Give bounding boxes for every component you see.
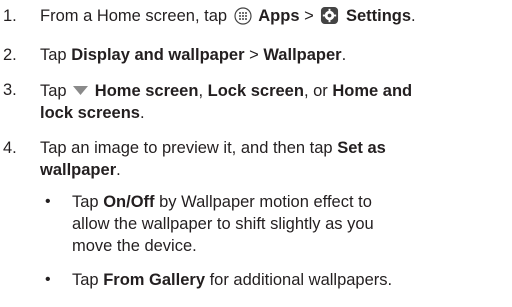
bullet-item: • Tap On/Off by Wallpaper motion effect … — [45, 193, 374, 255]
separator: > — [304, 7, 314, 25]
step-number: 3. — [3, 81, 17, 99]
home-and-lock-label: Home and — [332, 82, 413, 100]
step-number: 2. — [3, 46, 17, 64]
home-screen-label: Home screen — [94, 82, 199, 100]
settings-label: Settings — [345, 7, 412, 25]
step-1: 1. From a Home screen, tap Apps > Settin… — [0, 5, 512, 31]
instruction-list: 1. From a Home screen, tap Apps > Settin… — [0, 0, 512, 289]
on-off-label: On/Off — [103, 193, 155, 211]
step-number: 1. — [3, 7, 17, 25]
settings-gear-icon — [320, 6, 339, 31]
display-and-wallpaper-label: Display and wallpaper — [71, 46, 245, 64]
bullet-item: • Tap From Gallery for additional wallpa… — [45, 271, 393, 289]
wallpaper-label: Wallpaper — [263, 46, 342, 64]
lock-screen-label: Lock screen — [207, 82, 304, 100]
step-2: 2. Tap Display and wallpaper > Wallpaper… — [3, 46, 347, 64]
apps-grid-icon — [234, 7, 252, 31]
bullet-list: • Tap On/Off by Wallpaper motion effect … — [40, 191, 512, 291]
step-3: 3. Tap Home screen, Lock screen, or Home… — [3, 79, 413, 122]
from-gallery-label: From Gallery — [103, 271, 205, 289]
step-number: 4. — [3, 139, 17, 157]
dropdown-triangle-icon — [73, 79, 89, 101]
bullet-symbol: • — [45, 271, 51, 288]
separator: > — [249, 46, 259, 64]
set-as-wallpaper-label-cont: wallpaper — [40, 161, 117, 179]
set-as-wallpaper-label: Set as — [337, 139, 386, 157]
apps-label: Apps — [258, 7, 300, 25]
step-4: 4. Tap an image to preview it, and then … — [0, 137, 512, 291]
home-and-lock-label-cont: lock screens — [40, 104, 140, 122]
step-text: From a Home screen, tap — [40, 7, 228, 25]
bullet-symbol: • — [45, 193, 51, 210]
